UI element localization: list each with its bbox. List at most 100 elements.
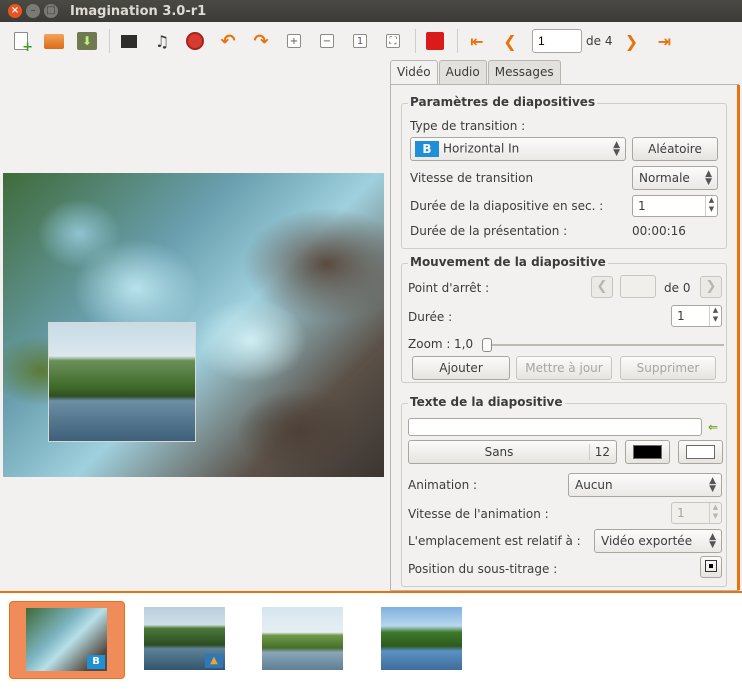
slide-text-title: Texte de la diapositive [408, 395, 565, 409]
zoom-out-icon: − [320, 34, 334, 48]
add-stop-point-button[interactable]: Ajouter [412, 356, 510, 380]
stop-preview-button[interactable] [422, 28, 448, 54]
delete-stop-point-button[interactable]: Supprimer [620, 356, 716, 380]
slide-thumbnail-3[interactable] [246, 601, 362, 679]
previous-slide-button[interactable]: ❮ [497, 28, 523, 54]
font-picker-button[interactable]: Sans 12 [408, 440, 617, 464]
zoom-in-icon: + [287, 34, 301, 48]
tab-video[interactable]: Vidéo [390, 60, 438, 85]
rotate-left-button[interactable]: ↶ [215, 28, 241, 54]
animation-select[interactable]: Aucun ▲ ▼ [568, 473, 722, 497]
position-grid-icon [705, 560, 717, 572]
transition-type-select[interactable]: B Horizontal In ▲ ▼ [410, 137, 626, 161]
zoom-normal-button[interactable]: 1 [347, 28, 373, 54]
open-project-button[interactable] [41, 28, 67, 54]
new-project-button[interactable] [8, 28, 34, 55]
transition-badge-icon: B [87, 655, 105, 669]
next-slide-button[interactable]: ❯ [618, 28, 644, 54]
background-color-swatch [686, 445, 715, 459]
update-stop-point-button[interactable]: Mettre à jour [516, 356, 612, 380]
tab-audio[interactable]: Audio [438, 60, 487, 84]
stop-point-previous-button[interactable]: ❮ [591, 276, 613, 298]
presentation-duration-label: Durée de la présentation : [410, 224, 568, 238]
save-project-button[interactable]: ⬇ [74, 28, 100, 54]
stop-point-of: de 0 [664, 281, 691, 295]
font-size: 12 [594, 445, 610, 459]
no-entry-icon [186, 32, 204, 50]
subtitle-position-label: Position du sous-titrage : [408, 562, 558, 576]
font-color-button[interactable] [625, 440, 670, 464]
thumbnail-image [262, 607, 343, 670]
last-icon: ⇥ [657, 31, 672, 51]
lake-picture [48, 322, 196, 442]
stop-icon [426, 32, 444, 50]
stop-point-next-button[interactable]: ❯ [700, 276, 722, 298]
thumbnail-image: B [26, 608, 107, 671]
first-icon: ⇤ [470, 31, 484, 51]
subtitle-position-button[interactable] [700, 556, 722, 578]
import-pictures-button[interactable] [116, 28, 142, 54]
stop-point-field[interactable] [620, 275, 656, 298]
animation-value: Aucun [575, 478, 613, 492]
maximize-window-button[interactable]: □ [44, 4, 58, 18]
slide-text-frame: Texte de la diapositive ⇐ Sans 12 Animat… [401, 395, 727, 587]
page-number-input[interactable] [532, 29, 582, 53]
first-slide-button[interactable]: ⇤ [464, 28, 490, 54]
delete-slide-button[interactable] [182, 28, 208, 54]
slide-thumbnail-4[interactable] [365, 601, 481, 679]
zoom-in-button[interactable]: + [281, 28, 307, 54]
transition-speed-label: Vitesse de transition [410, 171, 534, 185]
placement-label: L'emplacement est relatif à : [408, 534, 581, 548]
slide-motion-title: Mouvement de la diapositive [408, 255, 608, 269]
zoom-slider-handle[interactable] [482, 338, 492, 352]
toolbar: ⬇ ♫ ↶ ↷ + − 1 ⛶ ⇤ ❮ de 4 ❯ ⇥ [0, 22, 742, 60]
new-document-icon [14, 32, 33, 55]
updown-arrow-icon: ▲ ▼ [709, 532, 716, 550]
slide-thumbnail-1[interactable]: B [9, 601, 125, 679]
import-music-button[interactable]: ♫ [149, 28, 175, 54]
video-settings-panel: Paramètres de diapositives Type de trans… [390, 84, 740, 591]
minimize-window-button[interactable]: – [26, 4, 40, 18]
slide-preview[interactable] [3, 173, 384, 477]
folder-icon [44, 33, 64, 49]
tab-messages[interactable]: Messages [487, 60, 561, 84]
updown-arrow-icon: ▲ ▼ [709, 476, 716, 494]
placement-value: Vidéo exportée [601, 534, 693, 548]
motion-duration-spinner[interactable]: 1 ▲ ▼ [671, 305, 722, 327]
font-divider [589, 444, 590, 460]
slide-thumbnail-2[interactable]: ▲ [128, 601, 244, 679]
zoom-value: 1,0 [454, 337, 474, 351]
chevron-left-icon: ❮ [503, 31, 517, 51]
toolbar-separator [415, 29, 416, 53]
updown-arrow-icon: ▲ ▼ [705, 169, 712, 187]
toolbar-separator [109, 29, 110, 53]
font-name: Sans [484, 445, 514, 459]
transition-speed-value: Normale [639, 171, 690, 185]
background-color-button[interactable] [678, 440, 723, 464]
transition-speed-select[interactable]: Normale ▲ ▼ [632, 166, 718, 190]
animation-speed-spinner[interactable]: 1 ▲ ▼ [671, 502, 722, 524]
zoom-slider[interactable] [482, 338, 724, 352]
rotate-right-button[interactable]: ↷ [248, 28, 274, 54]
spinner-arrows-icon[interactable]: ▲ ▼ [705, 196, 717, 216]
rotate-right-icon: ↷ [253, 30, 269, 52]
panel-scrollbar[interactable] [737, 85, 740, 590]
stop-point-label: Point d'arrêt : [408, 281, 490, 295]
thumbnail-image [381, 607, 462, 670]
settings-tabs: Vidéo Audio Messages [390, 60, 562, 85]
spinner-arrows-icon[interactable]: ▲ ▼ [709, 503, 721, 523]
close-window-button[interactable]: × [8, 4, 22, 18]
random-transition-button[interactable]: Aléatoire [632, 137, 718, 161]
placement-select[interactable]: Vidéo exportée ▲ ▼ [594, 529, 722, 553]
expand-text-icon[interactable]: ⇐ [708, 420, 718, 434]
zoom-fit-button[interactable]: ⛶ [380, 28, 406, 54]
presentation-duration-value: 00:00:16 [632, 224, 686, 238]
spinner-arrows-icon[interactable]: ▲ ▼ [709, 306, 721, 326]
zoom-label: Zoom : [408, 337, 451, 351]
slide-settings-frame: Paramètres de diapositives Type de trans… [401, 95, 727, 249]
slide-text-input[interactable] [408, 418, 702, 436]
zoom-out-button[interactable]: − [314, 28, 340, 54]
motion-duration-label: Durée : [408, 310, 453, 324]
slide-duration-spinner[interactable]: 1 ▲ ▼ [632, 195, 718, 217]
last-slide-button[interactable]: ⇥ [651, 28, 677, 54]
